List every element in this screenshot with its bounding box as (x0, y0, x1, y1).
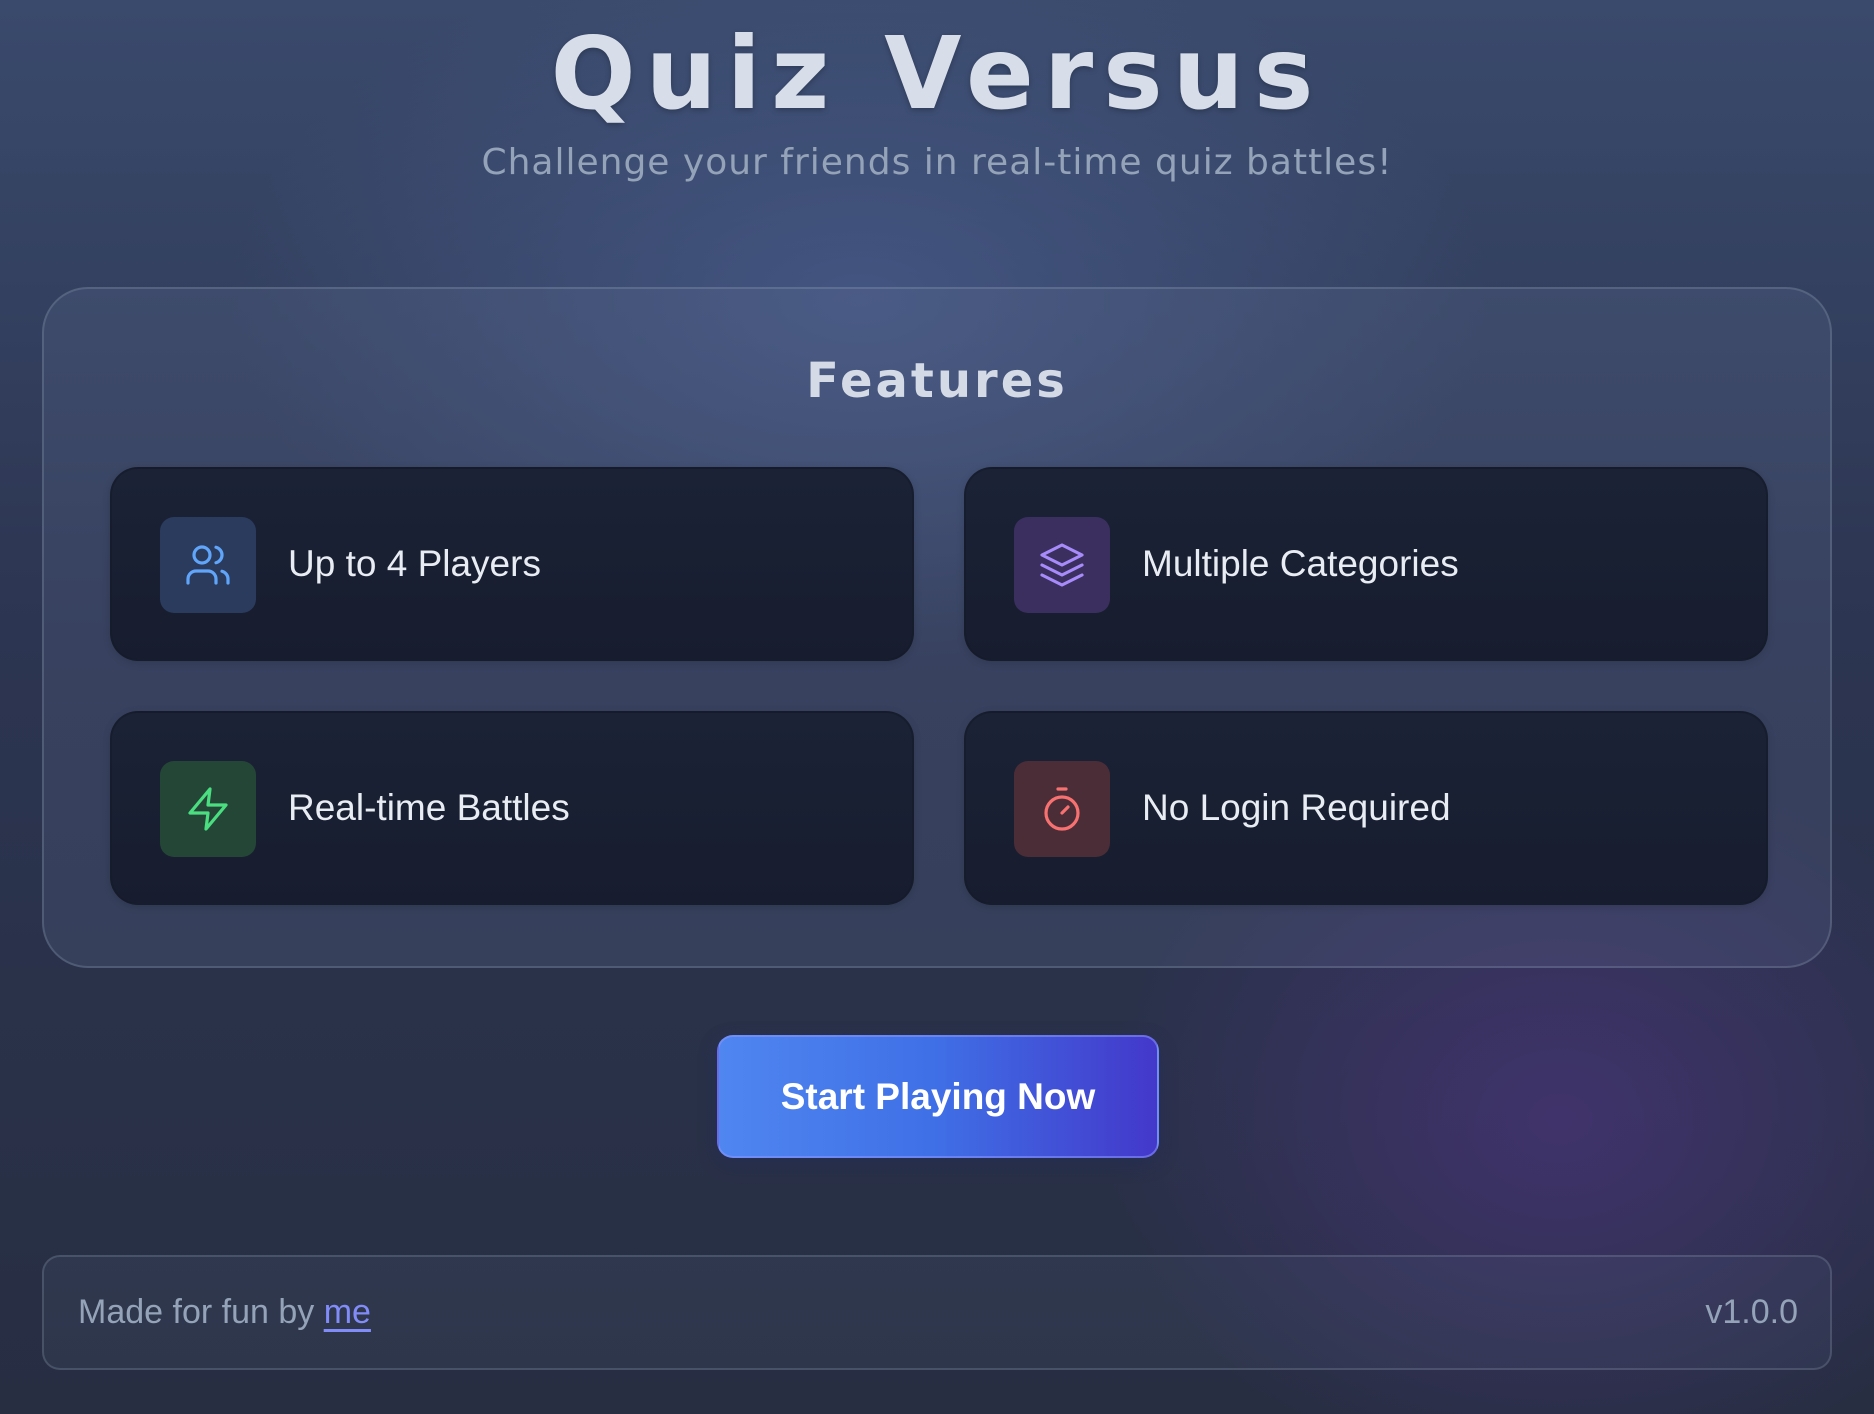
version-label: v1.0.0 (1705, 1293, 1798, 1331)
feature-label-battles: Real-time Battles (288, 787, 570, 828)
users-icon (160, 517, 256, 613)
feature-label-no-login: No Login Required (1142, 787, 1451, 828)
footer-credit: Made for fun by me (78, 1257, 371, 1368)
app-subtitle: Challenge your friends in real-time quiz… (481, 142, 1393, 183)
feature-card-players: Up to 4 Players (110, 467, 914, 661)
footer: Made for fun by me v1.0.0 (42, 1255, 1832, 1370)
layers-icon (1014, 517, 1110, 613)
feature-card-battles: Real-time Battles (110, 711, 914, 905)
feature-card-no-login: No Login Required (964, 711, 1768, 905)
start-playing-button[interactable]: Start Playing Now (717, 1035, 1159, 1158)
feature-card-categories: Multiple Categories (964, 467, 1768, 661)
features-heading: Features (806, 353, 1068, 409)
feature-label-players: Up to 4 Players (288, 543, 541, 584)
features-panel: Features Up to 4 Players Multiple Catego… (42, 287, 1832, 968)
timer-icon (1014, 761, 1110, 857)
footer-author-link[interactable]: me (324, 1293, 371, 1331)
lightning-icon (160, 761, 256, 857)
footer-credit-text: Made for fun by (78, 1293, 315, 1331)
app-title: Quiz Versus (550, 15, 1324, 132)
feature-label-categories: Multiple Categories (1142, 543, 1459, 584)
